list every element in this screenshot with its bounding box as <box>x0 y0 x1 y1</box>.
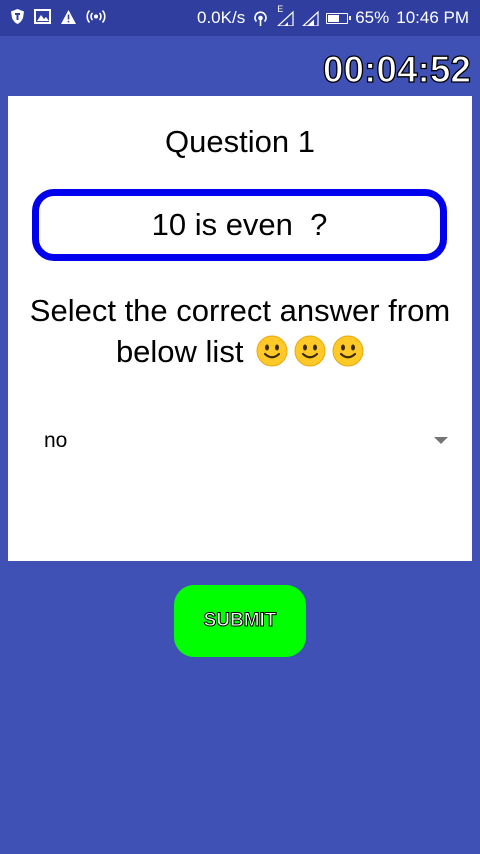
question-card: Question 1 10 is even ? Select the corre… <box>8 96 472 561</box>
warning-icon <box>60 9 77 25</box>
dropdown-arrow-icon[interactable] <box>434 437 448 444</box>
submit-button[interactable]: SUBMIT <box>174 585 306 657</box>
smiley-emoji-icon <box>256 335 288 367</box>
image-icon <box>34 9 51 24</box>
battery-percent: 65% <box>355 8 390 27</box>
answer-dropdown-value: no <box>44 429 68 452</box>
battery-fill <box>328 14 340 22</box>
wifi-calling-icon <box>252 10 269 27</box>
signal-strength-icon <box>301 10 319 27</box>
signal-edge-icon: E <box>276 5 294 27</box>
hotspot-icon <box>86 9 106 24</box>
status-bar: 0.0K/s E 65% 10:46 PM <box>0 0 480 36</box>
question-box: 10 is even ? <box>32 189 447 261</box>
battery-icon <box>326 12 352 24</box>
status-bar-notifications <box>10 8 106 25</box>
smiley-emoji-icon <box>332 335 364 367</box>
instruction-text: Select the correct answer from below lis… <box>28 290 452 372</box>
edge-label: E <box>277 4 284 14</box>
question-number: Question 1 <box>165 124 315 159</box>
smiley-emoji-icon <box>294 335 326 367</box>
status-bar-system: 0.0K/s E 65% 10:46 PM <box>197 5 469 28</box>
clock: 10:46 PM <box>396 8 469 27</box>
network-speed: 0.0K/s <box>197 8 246 27</box>
instruction-label: Select the correct answer from below lis… <box>29 293 451 369</box>
shield-app-icon <box>10 8 25 25</box>
answer-dropdown[interactable]: no <box>36 418 448 464</box>
countdown-timer: 00:04:52 <box>322 49 471 90</box>
smiley-emoji-row <box>256 335 364 367</box>
